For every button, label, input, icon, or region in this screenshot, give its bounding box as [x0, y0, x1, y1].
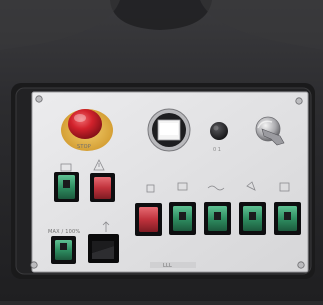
control-panel-photo: 0 1 STOP MAX / 100% LLL	[0, 0, 323, 301]
red-indicator-switch	[90, 173, 115, 202]
black-rocker-switch	[88, 234, 119, 263]
rocker-switch-row	[135, 202, 301, 236]
svg-text:0 1: 0 1	[213, 147, 221, 153]
rocker-switch-left-top	[54, 172, 79, 202]
control-panel-illustration: 0 1	[0, 0, 323, 301]
hour-meter	[147, 108, 191, 152]
emergency-stop-button	[61, 109, 113, 151]
rocker-switch-left-bottom	[51, 236, 76, 264]
push-button	[210, 122, 228, 140]
